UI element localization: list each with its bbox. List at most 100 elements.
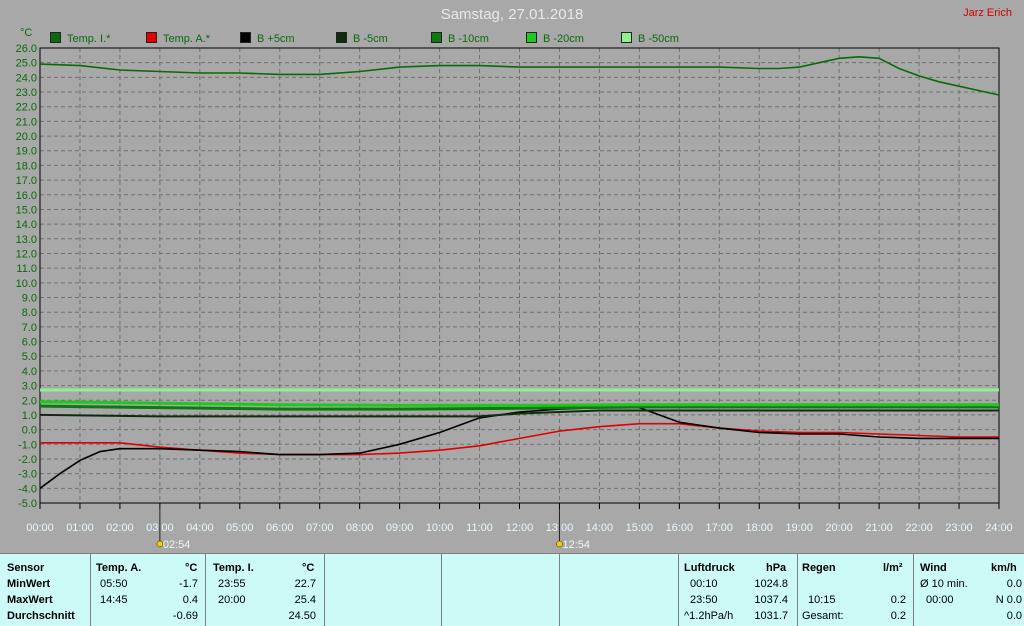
regen-total-label: Gesamt: (802, 610, 844, 622)
x-tick-label: 14:00 (586, 522, 614, 534)
y-tick-label: 4.0 (22, 366, 37, 378)
temp-a-max-time: 14:45 (100, 594, 128, 606)
luftdruck-min-time: 00:10 (690, 578, 718, 590)
y-tick-label: 25.0 (16, 58, 37, 70)
wind-max-time: 00:00 (926, 594, 954, 606)
wind-avg-value: 0.0 (1006, 578, 1022, 590)
x-tick-label: 19:00 (785, 522, 813, 534)
x-tick-label: 05:00 (226, 522, 254, 534)
x-tick-label: 23:00 (945, 522, 973, 534)
temp-a-avg-value: -0.69 (172, 610, 198, 622)
luftdruck-header: Luftdruck (684, 562, 735, 574)
temp-a-unit: °C (185, 562, 198, 574)
luftdruck-unit: hPa (766, 562, 787, 574)
y-tick-label: 13.0 (16, 234, 37, 246)
wind-max-value: N 0.0 (995, 594, 1022, 606)
legend-swatch (431, 32, 442, 43)
legend-swatch (146, 32, 157, 43)
regen-header: Regen (802, 562, 836, 574)
legend-label: B -5cm (353, 33, 388, 45)
regen-max-time: 10:15 (808, 594, 836, 606)
stats-table: Sensor MinWert MaxWert Durchschnitt Temp… (0, 553, 1024, 626)
x-tick-label: 16:00 (666, 522, 694, 534)
row-label-max: MaxWert (7, 594, 53, 606)
marker-label: 12:54 (562, 539, 590, 551)
y-tick-label: 24.0 (16, 72, 37, 84)
marker-label: 02:54 (163, 539, 191, 551)
y-tick-label: 17.0 (16, 175, 37, 187)
legend-item-2: B +5cm (240, 32, 295, 45)
y-axis-unit: °C (20, 27, 32, 39)
y-tick-label: 21.0 (16, 116, 37, 128)
y-tick-label: 8.0 (22, 307, 37, 319)
y-tick-label: 19.0 (16, 146, 37, 158)
temp-i-avg-value: 24.50 (288, 610, 316, 622)
x-tick-label: 15:00 (626, 522, 654, 534)
chart-title: Samstag, 27.01.2018 (440, 6, 584, 23)
y-tick-label: 11.0 (16, 263, 37, 275)
regen-max-value: 0.2 (890, 594, 906, 606)
temp-i-header: Temp. I. (213, 562, 254, 574)
temp-a-min-time: 05:50 (100, 578, 128, 590)
temp-a-max-value: 0.4 (182, 594, 198, 606)
x-tick-label: 17:00 (706, 522, 734, 534)
y-tick-label: -1.0 (18, 439, 37, 451)
legend-label: Temp. I.* (67, 33, 111, 45)
legend-item-4: B -10cm (431, 32, 489, 45)
temp-i-min-value: 22.7 (294, 578, 316, 590)
author-label: Jarz Erich (963, 7, 1012, 19)
x-tick-label: 24:00 (985, 522, 1013, 534)
y-tick-label: -5.0 (18, 498, 37, 510)
legend-swatch (526, 32, 537, 43)
x-tick-label: 02:00 (106, 522, 134, 534)
y-tick-label: 26.0 (16, 43, 37, 55)
x-tick-label: 21:00 (865, 522, 893, 534)
luftdruck-trend: ^1.2hPa/h (684, 610, 734, 622)
y-tick-label: 1.0 (22, 410, 37, 422)
x-tick-label: 00:00 (26, 522, 54, 534)
y-tick-label: 0.0 (22, 425, 37, 437)
temp-a-header: Temp. A. (96, 562, 142, 574)
y-tick-label: 3.0 (22, 381, 37, 393)
x-tick-label: 12:00 (506, 522, 534, 534)
x-tick-label: 22:00 (905, 522, 933, 534)
legend-item-1: Temp. A.* (146, 32, 210, 45)
y-tick-label: 20.0 (16, 131, 37, 143)
legend-swatch (240, 32, 251, 43)
x-tick-label: 11:00 (466, 522, 493, 534)
y-tick-label: 10.0 (16, 278, 37, 290)
x-tick-label: 10:00 (426, 522, 454, 534)
luftdruck-min-value: 1024.8 (754, 578, 788, 590)
y-tick-label: -2.0 (18, 454, 37, 466)
luftdruck-max-value: 1037.4 (754, 594, 788, 606)
luftdruck-avg-value: 1031.7 (754, 610, 788, 622)
temp-i-max-time: 20:00 (218, 594, 246, 606)
legend-swatch (621, 32, 632, 43)
legend-item-3: B -5cm (336, 32, 388, 45)
wind-header: Wind (920, 562, 947, 574)
temp-i-max-value: 25.4 (294, 594, 316, 606)
temp-a-min-value: -1.7 (179, 578, 198, 590)
y-tick-label: 7.0 (22, 322, 37, 334)
legend-item-5: B -20cm (526, 32, 584, 45)
legend-swatch (336, 32, 347, 43)
legend-label: B +5cm (257, 33, 295, 45)
regen-unit: l/m² (883, 562, 903, 574)
x-tick-label: 18:00 (745, 522, 773, 534)
wind-unit: km/h (991, 562, 1017, 574)
x-tick-label: 20:00 (825, 522, 853, 534)
y-tick-label: 22.0 (16, 102, 37, 114)
row-label-avg: Durchschnitt (7, 610, 75, 622)
legend-label: B -10cm (448, 33, 489, 45)
row-label-min: MinWert (7, 578, 51, 590)
sensor-header: Sensor (7, 562, 45, 574)
wind-mean-value: 0.0 (1006, 610, 1022, 622)
legend-label: B -50cm (638, 33, 679, 45)
legend-item-6: B -50cm (621, 32, 679, 45)
y-tick-label: 2.0 (22, 395, 37, 407)
legend-label: Temp. A.* (163, 33, 211, 45)
legend-swatch (50, 32, 61, 43)
y-tick-label: 5.0 (22, 351, 37, 363)
y-tick-label: 18.0 (16, 160, 37, 172)
x-tick-label: 09:00 (386, 522, 414, 534)
